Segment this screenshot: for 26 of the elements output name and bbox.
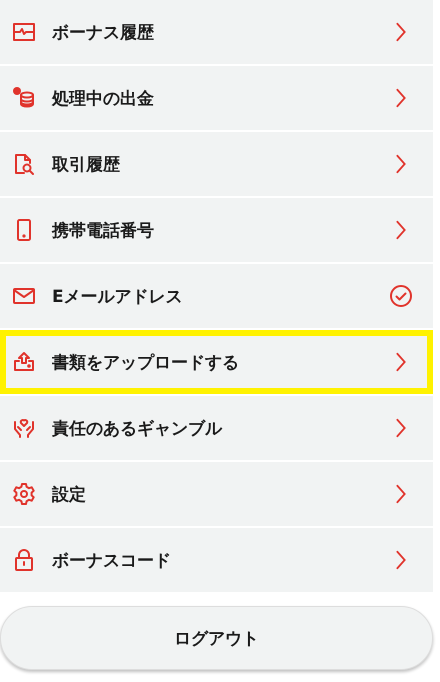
- logout-button[interactable]: ログアウト: [0, 606, 433, 670]
- menu-item[interactable]: 携帯電話番号: [0, 198, 433, 262]
- coins-icon: [12, 86, 36, 110]
- menu-item[interactable]: 責任のあるギャンブル: [0, 396, 433, 460]
- menu-item[interactable]: 処理中の出金: [0, 66, 433, 130]
- menu-label: 処理中の出金: [52, 88, 155, 110]
- menu-label: 責任のあるギャンブル: [52, 418, 224, 440]
- menu-label: Eメールアドレス: [52, 286, 184, 308]
- menu-label: ボーナスコード: [52, 550, 172, 572]
- menu-item[interactable]: Eメールアドレス: [0, 264, 433, 328]
- gear-icon: [12, 482, 36, 506]
- menu-label: 携帯電話番号: [52, 220, 155, 242]
- menu-item[interactable]: 設定: [0, 462, 433, 526]
- lock-icon: [12, 548, 36, 572]
- menu-label: 設定: [52, 484, 87, 506]
- menu-item[interactable]: ボーナス履歴: [0, 0, 433, 64]
- menu-label: 取引履歴: [52, 154, 121, 176]
- menu-label: 書類をアップロードする: [52, 352, 240, 374]
- menu-item[interactable]: 取引履歴: [0, 132, 433, 196]
- chart-icon: [12, 20, 36, 44]
- hands-heart-icon: [12, 416, 36, 440]
- upload-icon: [12, 350, 36, 374]
- menu-item[interactable]: 書類をアップロードする: [0, 330, 433, 394]
- document-search-icon: [12, 152, 36, 176]
- menu-label: ボーナス履歴: [52, 22, 155, 44]
- menu-item[interactable]: ボーナスコード: [0, 528, 433, 592]
